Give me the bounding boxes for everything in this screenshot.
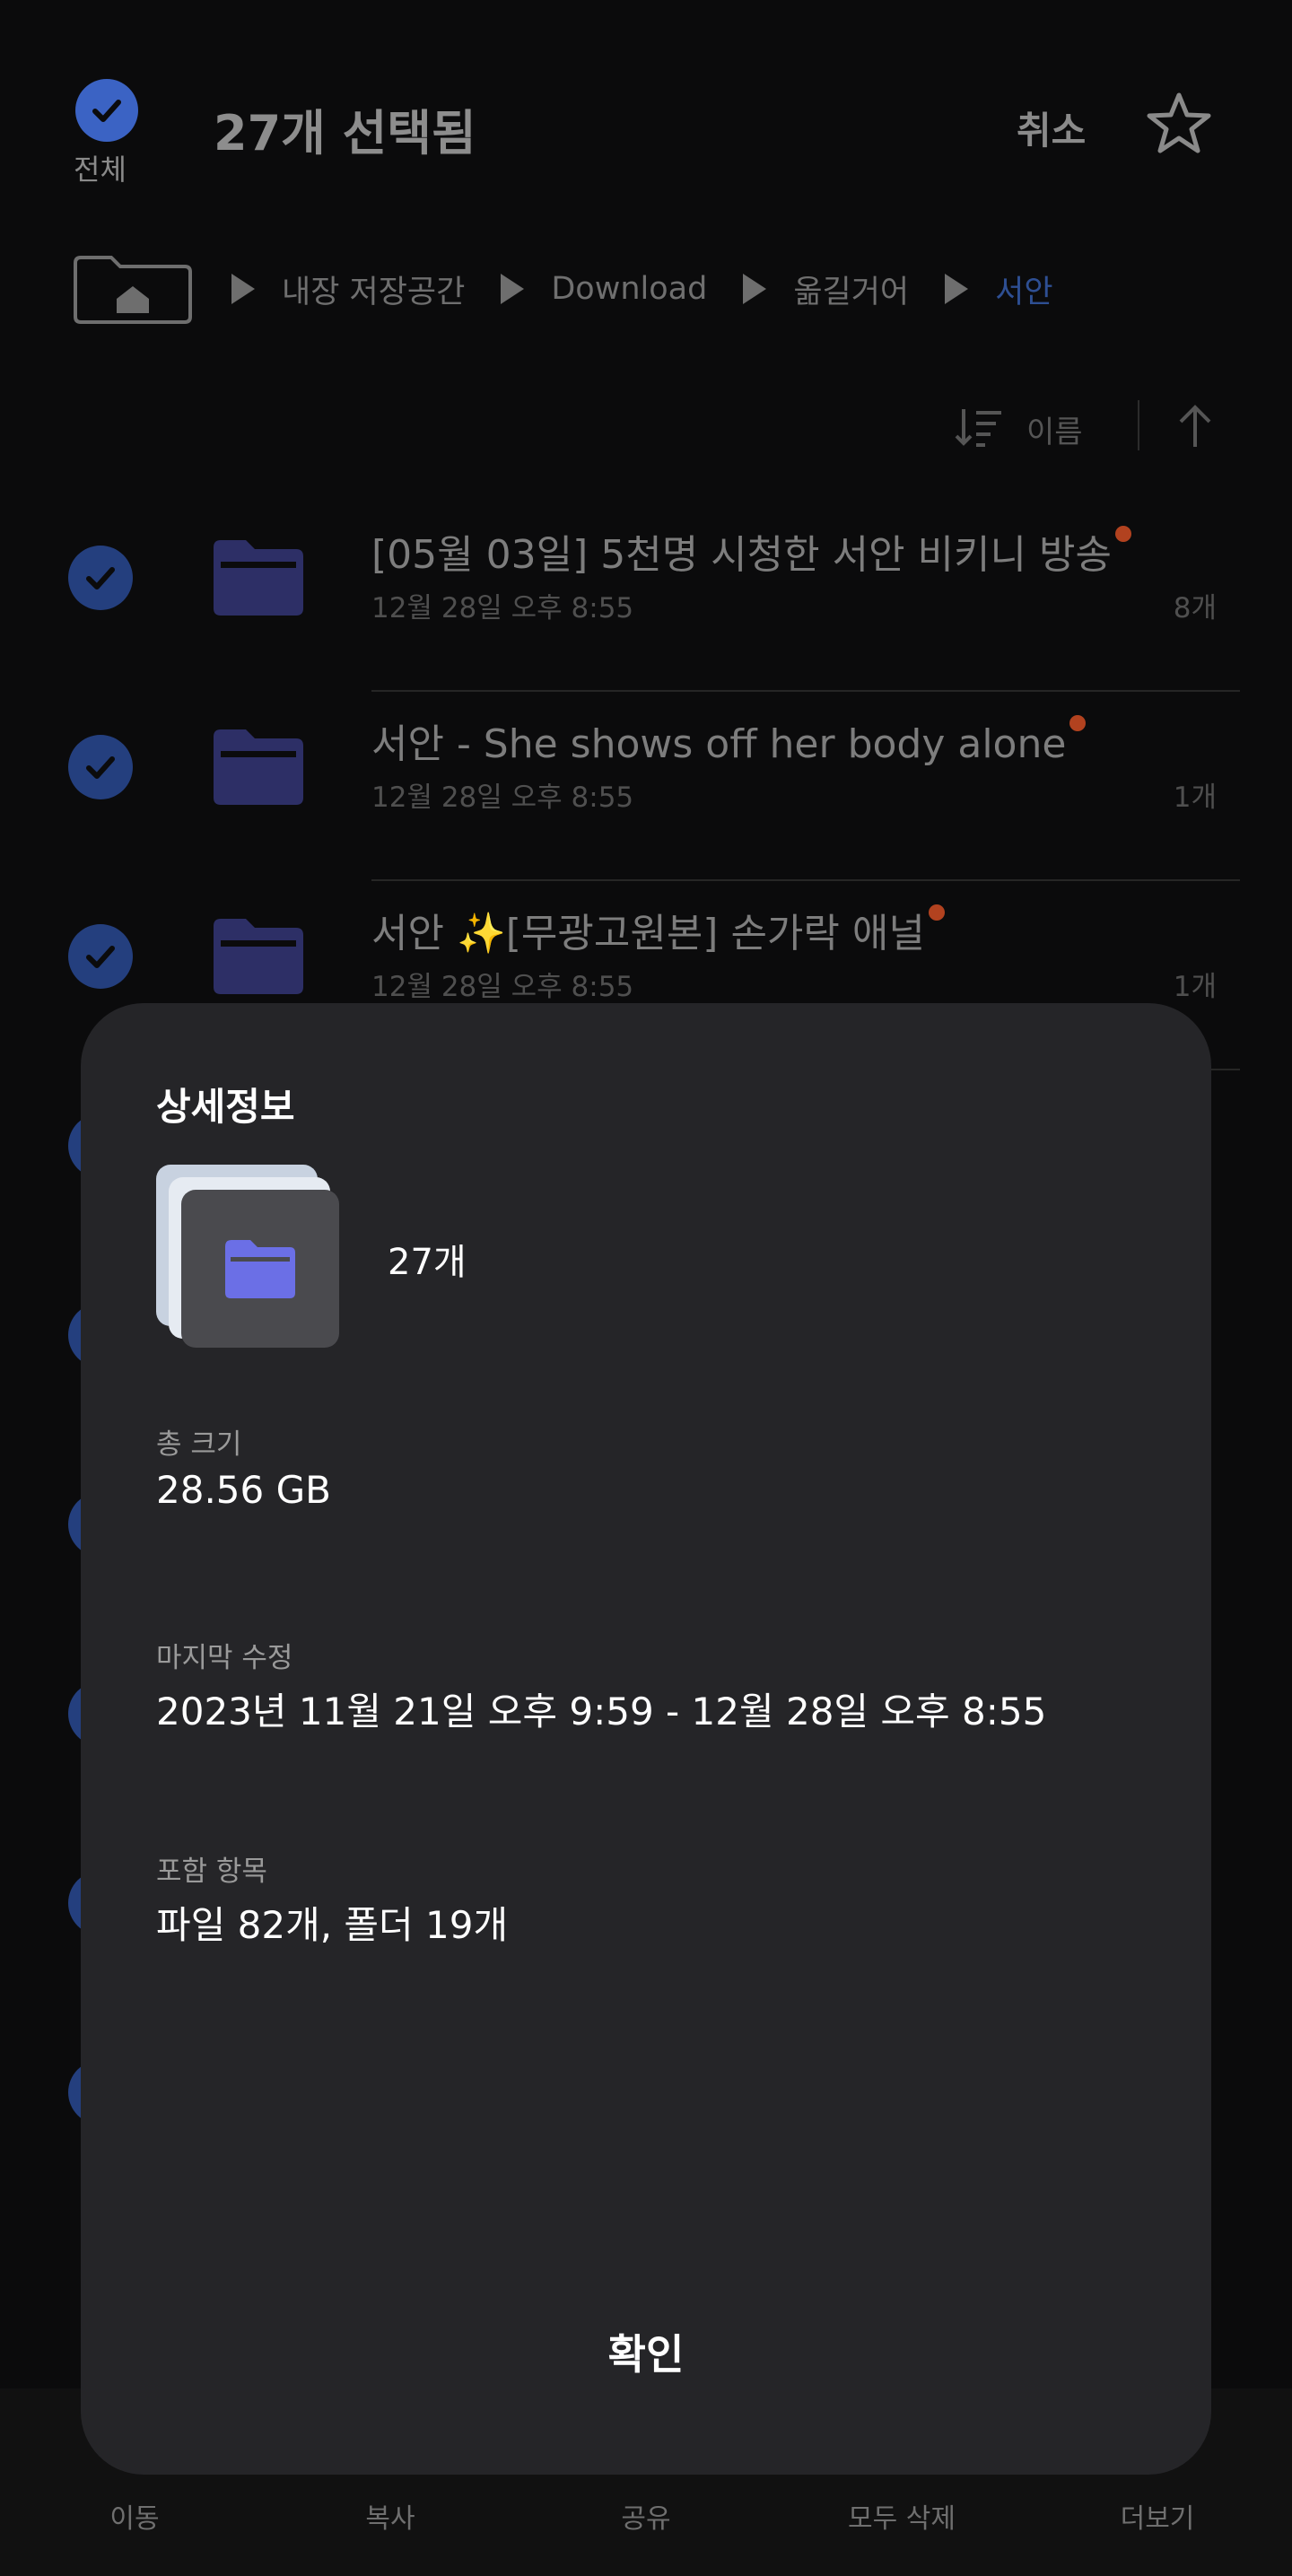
folder-stack-thumbnail	[156, 1165, 345, 1353]
top-bar: 전체 27개 선택됨 취소	[0, 0, 1292, 215]
sort-label[interactable]: 이름	[1026, 407, 1083, 451]
total-size-label: 총 크기	[156, 1428, 242, 1461]
dialog-title: 상세정보	[156, 1085, 295, 1129]
chevron-right-icon	[231, 274, 255, 304]
item-name: 서안 ✨[무광고원본] 손가락 애널	[371, 911, 925, 956]
item-date: 12월 28일 오후 8:55	[371, 592, 634, 624]
folder-icon	[214, 540, 303, 616]
breadcrumb-item[interactable]: 내장 저장공간	[231, 266, 465, 312]
breadcrumb-item[interactable]: 옮길거어	[743, 266, 909, 312]
chevron-right-icon	[501, 274, 525, 304]
move-button[interactable]: 이동	[45, 2496, 224, 2536]
ok-button[interactable]: 확인	[81, 2322, 1211, 2381]
list-item[interactable]: [05월 03일] 5천명 시청한 서안 비키니 방송 12월 28일 오후 8…	[0, 502, 1292, 692]
folder-icon	[225, 1240, 295, 1298]
check-icon	[86, 756, 115, 779]
home-folder-icon	[74, 256, 192, 324]
breadcrumb-item[interactable]: Download	[501, 271, 707, 307]
page-title: 27개 선택됨	[214, 105, 476, 162]
delete-all-button[interactable]: 모두 삭제	[812, 2496, 991, 2536]
copy-button[interactable]: 복사	[301, 2496, 480, 2536]
item-name: [05월 03일] 5천명 시청한 서안 비키니 방송	[371, 532, 1112, 578]
divider	[1138, 400, 1139, 450]
details-dialog: 상세정보 27개 총 크기 28.56 GB 마지막 수정 2023년 11월 …	[81, 1003, 1211, 2475]
contents-label: 포함 항목	[156, 1856, 267, 1888]
item-count: 1개	[1173, 782, 1217, 814]
item-checkbox[interactable]	[68, 924, 133, 989]
new-badge-dot	[928, 904, 945, 921]
select-all-label: 전체	[74, 153, 127, 187]
item-checkbox[interactable]	[68, 546, 133, 610]
home-button[interactable]	[70, 254, 196, 324]
star-icon[interactable]	[1145, 90, 1213, 158]
share-button[interactable]: 공유	[556, 2496, 736, 2536]
folder-icon	[214, 729, 303, 805]
select-all-checkbox[interactable]	[75, 79, 138, 142]
new-badge-dot	[1069, 715, 1087, 731]
folder-icon	[214, 919, 303, 994]
contents-value: 파일 82개, 폴더 19개	[156, 1903, 509, 1947]
item-date: 12월 28일 오후 8:55	[371, 782, 634, 814]
list-item[interactable]: 서안 - She shows off her body alone 12월 28…	[0, 692, 1292, 881]
new-badge-dot	[1114, 526, 1131, 542]
check-icon	[86, 946, 115, 968]
item-count: 1개	[1173, 971, 1217, 1003]
cancel-button[interactable]: 취소	[1017, 100, 1086, 155]
item-count: 8개	[1173, 592, 1217, 624]
sort-icon[interactable]	[955, 406, 1005, 449]
last-modified-label: 마지막 수정	[156, 1642, 293, 1674]
item-checkbox[interactable]	[68, 735, 133, 799]
item-name: 서안 - She shows off her body alone	[371, 721, 1067, 767]
sort-bar: 이름	[951, 395, 1220, 458]
total-size-value: 28.56 GB	[156, 1468, 331, 1512]
arrow-up-icon[interactable]	[1175, 402, 1215, 450]
breadcrumb-item-current[interactable]: 서안	[945, 266, 1053, 312]
breadcrumb: 내장 저장공간 Download 옮길거어 서안	[70, 253, 1053, 325]
selected-count: 27개	[388, 1242, 467, 1283]
check-icon	[86, 567, 115, 589]
last-modified-value: 2023년 11월 21일 오후 9:59 - 12월 28일 오후 8:55	[156, 1690, 1047, 1733]
chevron-right-icon	[743, 274, 767, 304]
chevron-right-icon	[945, 274, 969, 304]
check-icon	[92, 100, 121, 122]
more-button[interactable]: 더보기	[1068, 2496, 1247, 2536]
item-date: 12월 28일 오후 8:55	[371, 971, 634, 1003]
